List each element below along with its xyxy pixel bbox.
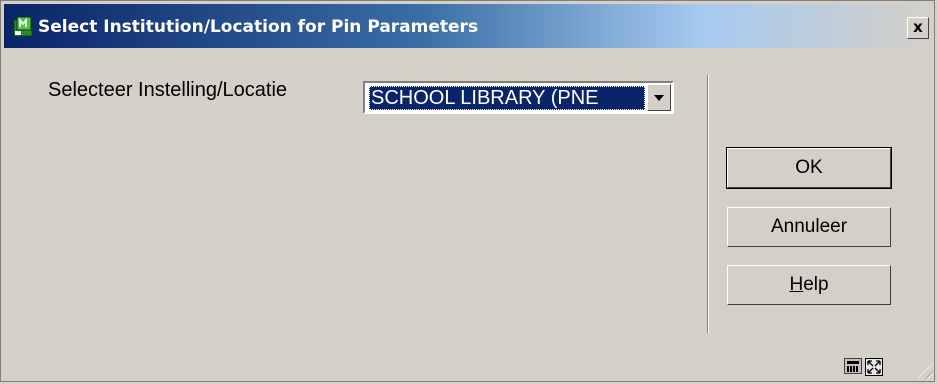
- location-select[interactable]: SCHOOL LIBRARY (PNE: [363, 81, 674, 114]
- help-button[interactable]: Help: [727, 265, 891, 305]
- resize-icon[interactable]: [865, 358, 883, 376]
- help-accelerator: H: [789, 274, 804, 295]
- ok-button[interactable]: OK: [726, 147, 892, 189]
- location-label: Selecteer Instelling/Locatie: [48, 79, 288, 101]
- title-bar[interactable]: Select Institution/Location for Pin Para…: [4, 4, 933, 48]
- app-icon: [13, 16, 35, 38]
- help-label-rest: elp: [803, 274, 829, 295]
- vertical-divider: [707, 75, 709, 333]
- resize-grip[interactable]: [917, 363, 933, 379]
- window-title: Select Institution/Location for Pin Para…: [38, 17, 479, 37]
- calculator-icon[interactable]: [844, 358, 862, 374]
- location-select-value[interactable]: SCHOOL LIBRARY (PNE: [369, 86, 645, 110]
- close-icon: x: [913, 18, 923, 36]
- chevron-down-icon[interactable]: [647, 84, 671, 111]
- close-button[interactable]: x: [907, 17, 929, 39]
- dialog-window: Select Institution/Location for Pin Para…: [0, 0, 935, 382]
- cancel-button[interactable]: Annuleer: [727, 207, 891, 247]
